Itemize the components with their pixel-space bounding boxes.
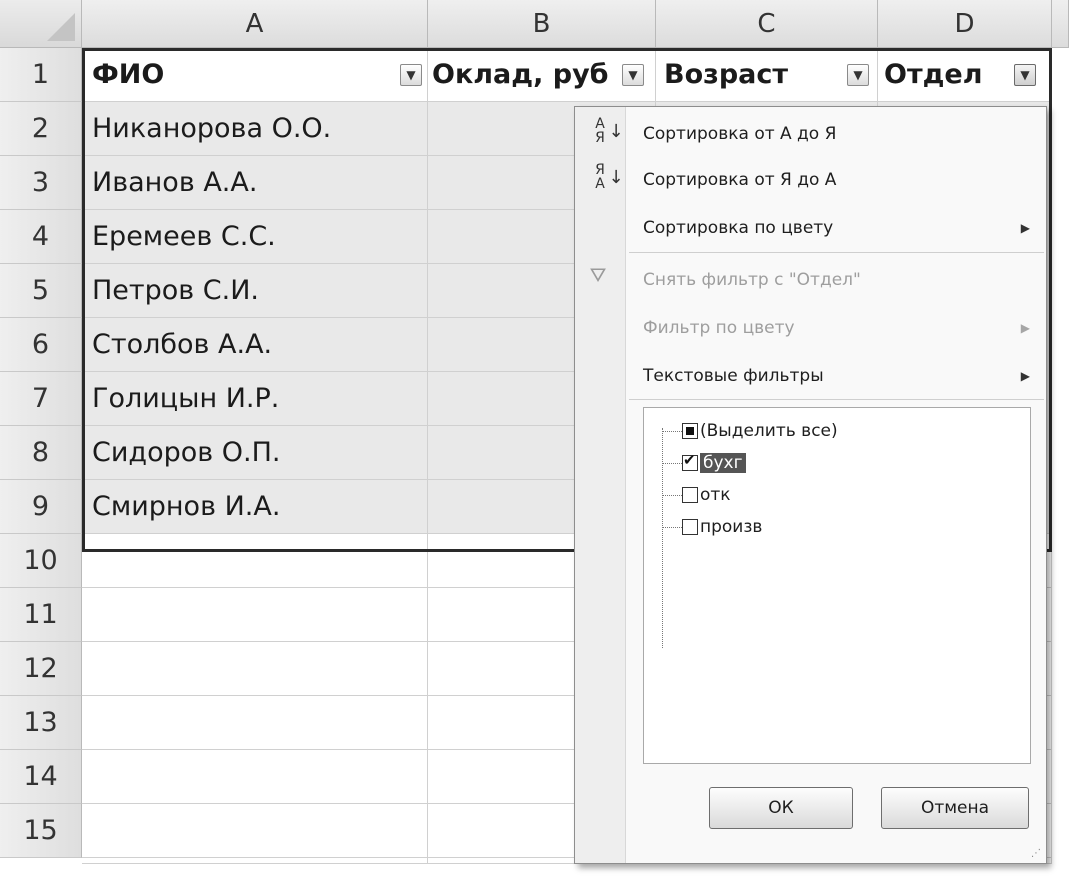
filter-dropdown-salary[interactable]: ▼ [622, 64, 644, 86]
menu-sort-a-to-z[interactable]: Сортировка от А до Я [625, 111, 1046, 157]
list-item-otk[interactable]: отк [662, 482, 731, 508]
cell-a5[interactable]: Петров С.И. [82, 264, 428, 318]
spreadsheet: A B C D 1 2 3 4 5 6 7 8 9 10 11 12 13 14… [0, 0, 1069, 882]
filter-dropdown-age[interactable]: ▼ [847, 64, 869, 86]
row-header-1[interactable]: 1 [0, 48, 82, 102]
column-header-a[interactable]: A [82, 0, 428, 48]
menu-clear-filter[interactable]: Снять фильтр с "Отдел" [625, 257, 1046, 303]
checkbox-unchecked-icon[interactable] [682, 519, 698, 535]
dropdown-arrow-icon: ▼ [406, 68, 416, 82]
menu-sort-by-color[interactable]: Сортировка по цвету ▶ [625, 205, 1046, 251]
row-header-9[interactable]: 9 [0, 480, 82, 534]
row-header-8[interactable]: 8 [0, 426, 82, 480]
row-header-12[interactable]: 12 [0, 642, 82, 696]
cell-a1-header-fio[interactable]: ФИО [82, 48, 428, 102]
row-header-13[interactable]: 13 [0, 696, 82, 750]
column-header-c[interactable]: C [656, 0, 878, 48]
cell-a2[interactable]: Никанорова О.О. [82, 102, 428, 156]
submenu-arrow-icon: ▶ [1020, 321, 1030, 335]
column-header-row: A B C D [0, 0, 1069, 48]
menu-filter-by-color[interactable]: Фильтр по цвету ▶ [625, 305, 1046, 351]
cancel-button[interactable]: Отмена [881, 787, 1029, 829]
cell-a7[interactable]: Голицын И.Р. [82, 372, 428, 426]
cell-c1-header-age[interactable]: Возраст [656, 48, 878, 102]
list-item-label: произв [700, 517, 763, 537]
row-header-3[interactable]: 3 [0, 156, 82, 210]
checkbox-checked-icon[interactable]: ✔ [682, 451, 698, 471]
filter-values-list[interactable]: (Выделить все) ✔ бухг отк произв [643, 407, 1031, 764]
checkbox-unchecked-icon[interactable] [682, 487, 698, 503]
menu-separator [629, 399, 1044, 400]
dropdown-arrow-icon: ▼ [628, 68, 638, 82]
submenu-arrow-icon: ▶ [1020, 369, 1030, 383]
header-age-label: Возраст [664, 59, 789, 90]
header-salary-label: Оклад, руб [432, 59, 609, 90]
row-header-2[interactable]: 2 [0, 102, 82, 156]
column-header-b[interactable]: B [428, 0, 656, 48]
cell-a9[interactable]: Смирнов И.А. [82, 480, 428, 534]
cell-a4[interactable]: Еремеев С.С. [82, 210, 428, 264]
menu-text-filters[interactable]: Текстовые фильтры ▶ [625, 353, 1046, 399]
list-item-label: (Выделить все) [700, 421, 838, 441]
empty-cells-a10-a15[interactable] [82, 534, 428, 864]
menu-filter-by-color-label: Фильтр по цвету [643, 318, 795, 338]
list-item-label: бухг [700, 453, 746, 473]
select-all-corner[interactable] [0, 0, 82, 48]
row-header-15[interactable]: 15 [0, 804, 82, 858]
cell-a6[interactable]: Столбов А.А. [82, 318, 428, 372]
list-item-select-all[interactable]: (Выделить все) [662, 418, 838, 444]
menu-separator [629, 252, 1044, 253]
row-header-4[interactable]: 4 [0, 210, 82, 264]
column-header-e[interactable] [1052, 0, 1069, 48]
row-header-11[interactable]: 11 [0, 588, 82, 642]
menu-icon-strip [575, 107, 626, 863]
filter-dropdown-dept[interactable]: ▼ [1014, 64, 1036, 86]
list-item-proizv[interactable]: произв [662, 514, 762, 540]
filter-dropdown-fio[interactable]: ▼ [400, 64, 422, 86]
row-header-6[interactable]: 6 [0, 318, 82, 372]
cell-a8[interactable]: Сидоров О.П. [82, 426, 428, 480]
menu-sort-by-color-label: Сортировка по цвету [643, 218, 834, 238]
header-fio-label: ФИО [92, 59, 165, 90]
menu-sort-z-to-a[interactable]: Сортировка от Я до А [625, 157, 1046, 203]
list-item-label: отк [700, 485, 731, 505]
dropdown-arrow-icon: ▼ [1020, 68, 1030, 82]
row-header-7[interactable]: 7 [0, 372, 82, 426]
row-header-10[interactable]: 10 [0, 534, 82, 588]
clear-filter-icon: ⛛ [589, 263, 607, 287]
header-dept-label: Отдел [884, 59, 983, 90]
resize-grip-icon[interactable]: ⋰ [1031, 848, 1042, 859]
list-item-bukhg[interactable]: ✔ бухг [662, 450, 746, 476]
row-header-14[interactable]: 14 [0, 750, 82, 804]
ok-button[interactable]: ОК [709, 787, 853, 829]
row-header-5[interactable]: 5 [0, 264, 82, 318]
cell-a3[interactable]: Иванов А.А. [82, 156, 428, 210]
dropdown-arrow-icon: ▼ [853, 68, 863, 82]
submenu-arrow-icon: ▶ [1020, 221, 1030, 235]
autofilter-menu: А Я ↓ Сортировка от А до Я Я А ↓ Сортиро… [574, 106, 1047, 864]
column-header-d[interactable]: D [878, 0, 1052, 48]
menu-text-filters-label: Текстовые фильтры [643, 366, 824, 386]
checkbox-partial-icon[interactable] [682, 423, 698, 439]
